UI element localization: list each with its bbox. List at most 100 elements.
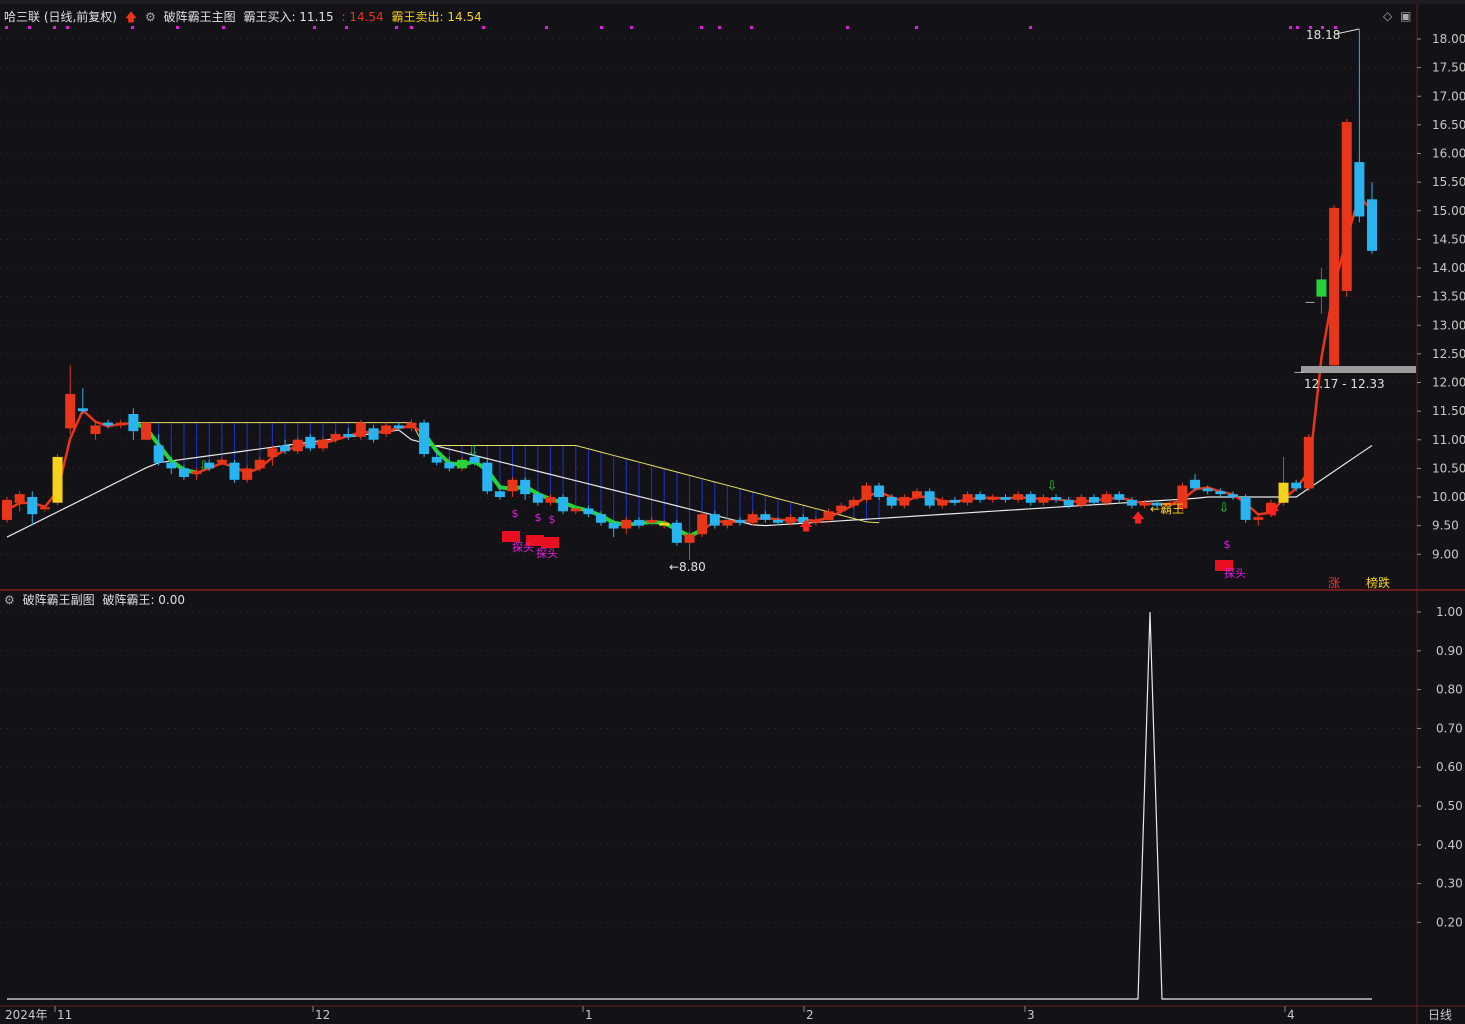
signal-dot (176, 26, 179, 29)
annotations: 18.18←8.8012.17 - 12.33——←霸王$ $ $$探头 探头探头🡅🡅… (5, 26, 1416, 590)
chart-canvas[interactable]: 18.18←8.8012.17 - 12.33——←霸王$ $ $$探头 探头探头🡅🡅… (0, 0, 1465, 1024)
price-tick-label: 13.50 (1432, 290, 1465, 304)
signal-dot (915, 26, 918, 29)
candle-body (482, 462, 493, 492)
candle-body (343, 434, 354, 437)
candle-body (924, 491, 935, 506)
bawang-label: ←霸王 (1150, 502, 1184, 516)
candle-body (1303, 436, 1314, 489)
candle-body (39, 507, 50, 510)
signal-dot (630, 26, 633, 29)
candle-body (671, 522, 682, 543)
signal-dot (410, 26, 413, 29)
candle-body (419, 422, 430, 455)
candle-body (141, 422, 152, 440)
signal-dot (28, 26, 31, 29)
month-label: 11 (57, 1008, 72, 1022)
candle-body (267, 448, 278, 457)
down-arrow-icon: ⇩ (199, 459, 210, 474)
candle-body (1051, 497, 1062, 500)
price-tick-label: 9.50 (1432, 519, 1459, 533)
candle-body (27, 497, 38, 515)
dollar-mark: $ (535, 511, 542, 524)
candle-body (874, 485, 885, 497)
candle-body (77, 408, 88, 412)
candle-body (1202, 488, 1213, 492)
signal-dot (545, 26, 548, 29)
dollar-mark: $ (1224, 538, 1231, 551)
candle-body (570, 508, 581, 512)
up-arrow-icon: 🡅 (1131, 511, 1144, 526)
price-tick-label: 9.00 (1432, 547, 1459, 561)
candle-body (684, 534, 695, 543)
price-tick-label: 12.50 (1432, 347, 1465, 361)
price-tick-label: 13.00 (1432, 318, 1465, 332)
signal-dot (718, 26, 721, 29)
candle-body (444, 462, 455, 469)
candle-body (128, 413, 139, 432)
candle-body (280, 445, 291, 452)
sub-tick-label: 0.40 (1436, 838, 1463, 852)
price-tick-label: 18.00 (1432, 32, 1465, 46)
price-tick-label: 14.50 (1432, 232, 1465, 246)
candle-body (697, 514, 708, 535)
candle-body (760, 514, 771, 520)
month-label: 12 (315, 1008, 330, 1022)
candle-body (242, 468, 253, 480)
high-price-label: 18.18 (1306, 28, 1340, 42)
sub-tick-label: 0.90 (1436, 644, 1463, 658)
candle-body (886, 497, 897, 506)
month-label: 2 (806, 1008, 814, 1022)
bangdie-label: 榜跌 (1366, 575, 1390, 590)
candle-body (975, 494, 986, 500)
month-label: 4 (1287, 1008, 1295, 1022)
candle-body (545, 497, 556, 503)
signal-dot (750, 26, 753, 29)
signal-dot (1309, 26, 1312, 29)
zhang-label: 涨 (1328, 575, 1340, 590)
candle-body (1329, 207, 1340, 366)
candle-body (532, 494, 543, 503)
candle-body (520, 479, 531, 495)
candle-body (254, 459, 265, 469)
candle-body (317, 439, 328, 449)
candle-body (494, 491, 505, 497)
year-label: 2024年 (5, 1008, 48, 1022)
price-tick-label: 10.00 (1432, 490, 1465, 504)
candle-body (912, 491, 922, 497)
candle-body (1291, 482, 1302, 489)
cloud-band (145, 422, 880, 539)
candle-body (507, 479, 518, 492)
candle-body (406, 422, 417, 429)
price-tick-label: 16.50 (1432, 118, 1465, 132)
candle-body (583, 508, 594, 515)
signal-dot (482, 26, 485, 29)
candle-body (1038, 497, 1049, 503)
signal-dot (1289, 26, 1292, 29)
candle-body (216, 459, 227, 463)
candle-body (1101, 494, 1112, 503)
candle-body (1341, 122, 1352, 291)
candle-body (1278, 482, 1289, 503)
sub-tick-label: 0.30 (1436, 877, 1463, 891)
candle-body (861, 485, 872, 500)
candle-body (823, 511, 834, 520)
signal-dot (395, 26, 398, 29)
down-arrow-icon: ⇩ (468, 444, 479, 459)
dollar-mark: $ (512, 507, 519, 520)
dollar-mark: $ (549, 513, 556, 526)
sub-tick-label: 1.00 (1436, 605, 1463, 619)
axes: 18.00 17.50 17.00 16.50 16.00 15.50 15.00 14.50… (5, 32, 1465, 1022)
candle-body (1215, 491, 1226, 495)
candle-body (558, 497, 569, 512)
signal-dot (131, 26, 134, 29)
sub-tick-label: 0.70 (1436, 721, 1463, 735)
candle-body (292, 439, 303, 452)
candle-body (848, 499, 859, 506)
up-arrow-icon: 🡅 (799, 519, 812, 534)
candle-body (709, 514, 720, 526)
price-tick-label: 15.50 (1432, 175, 1465, 189)
candle-body (722, 519, 733, 526)
price-tick-label: 14.00 (1432, 261, 1465, 275)
signal-dot (313, 26, 316, 29)
